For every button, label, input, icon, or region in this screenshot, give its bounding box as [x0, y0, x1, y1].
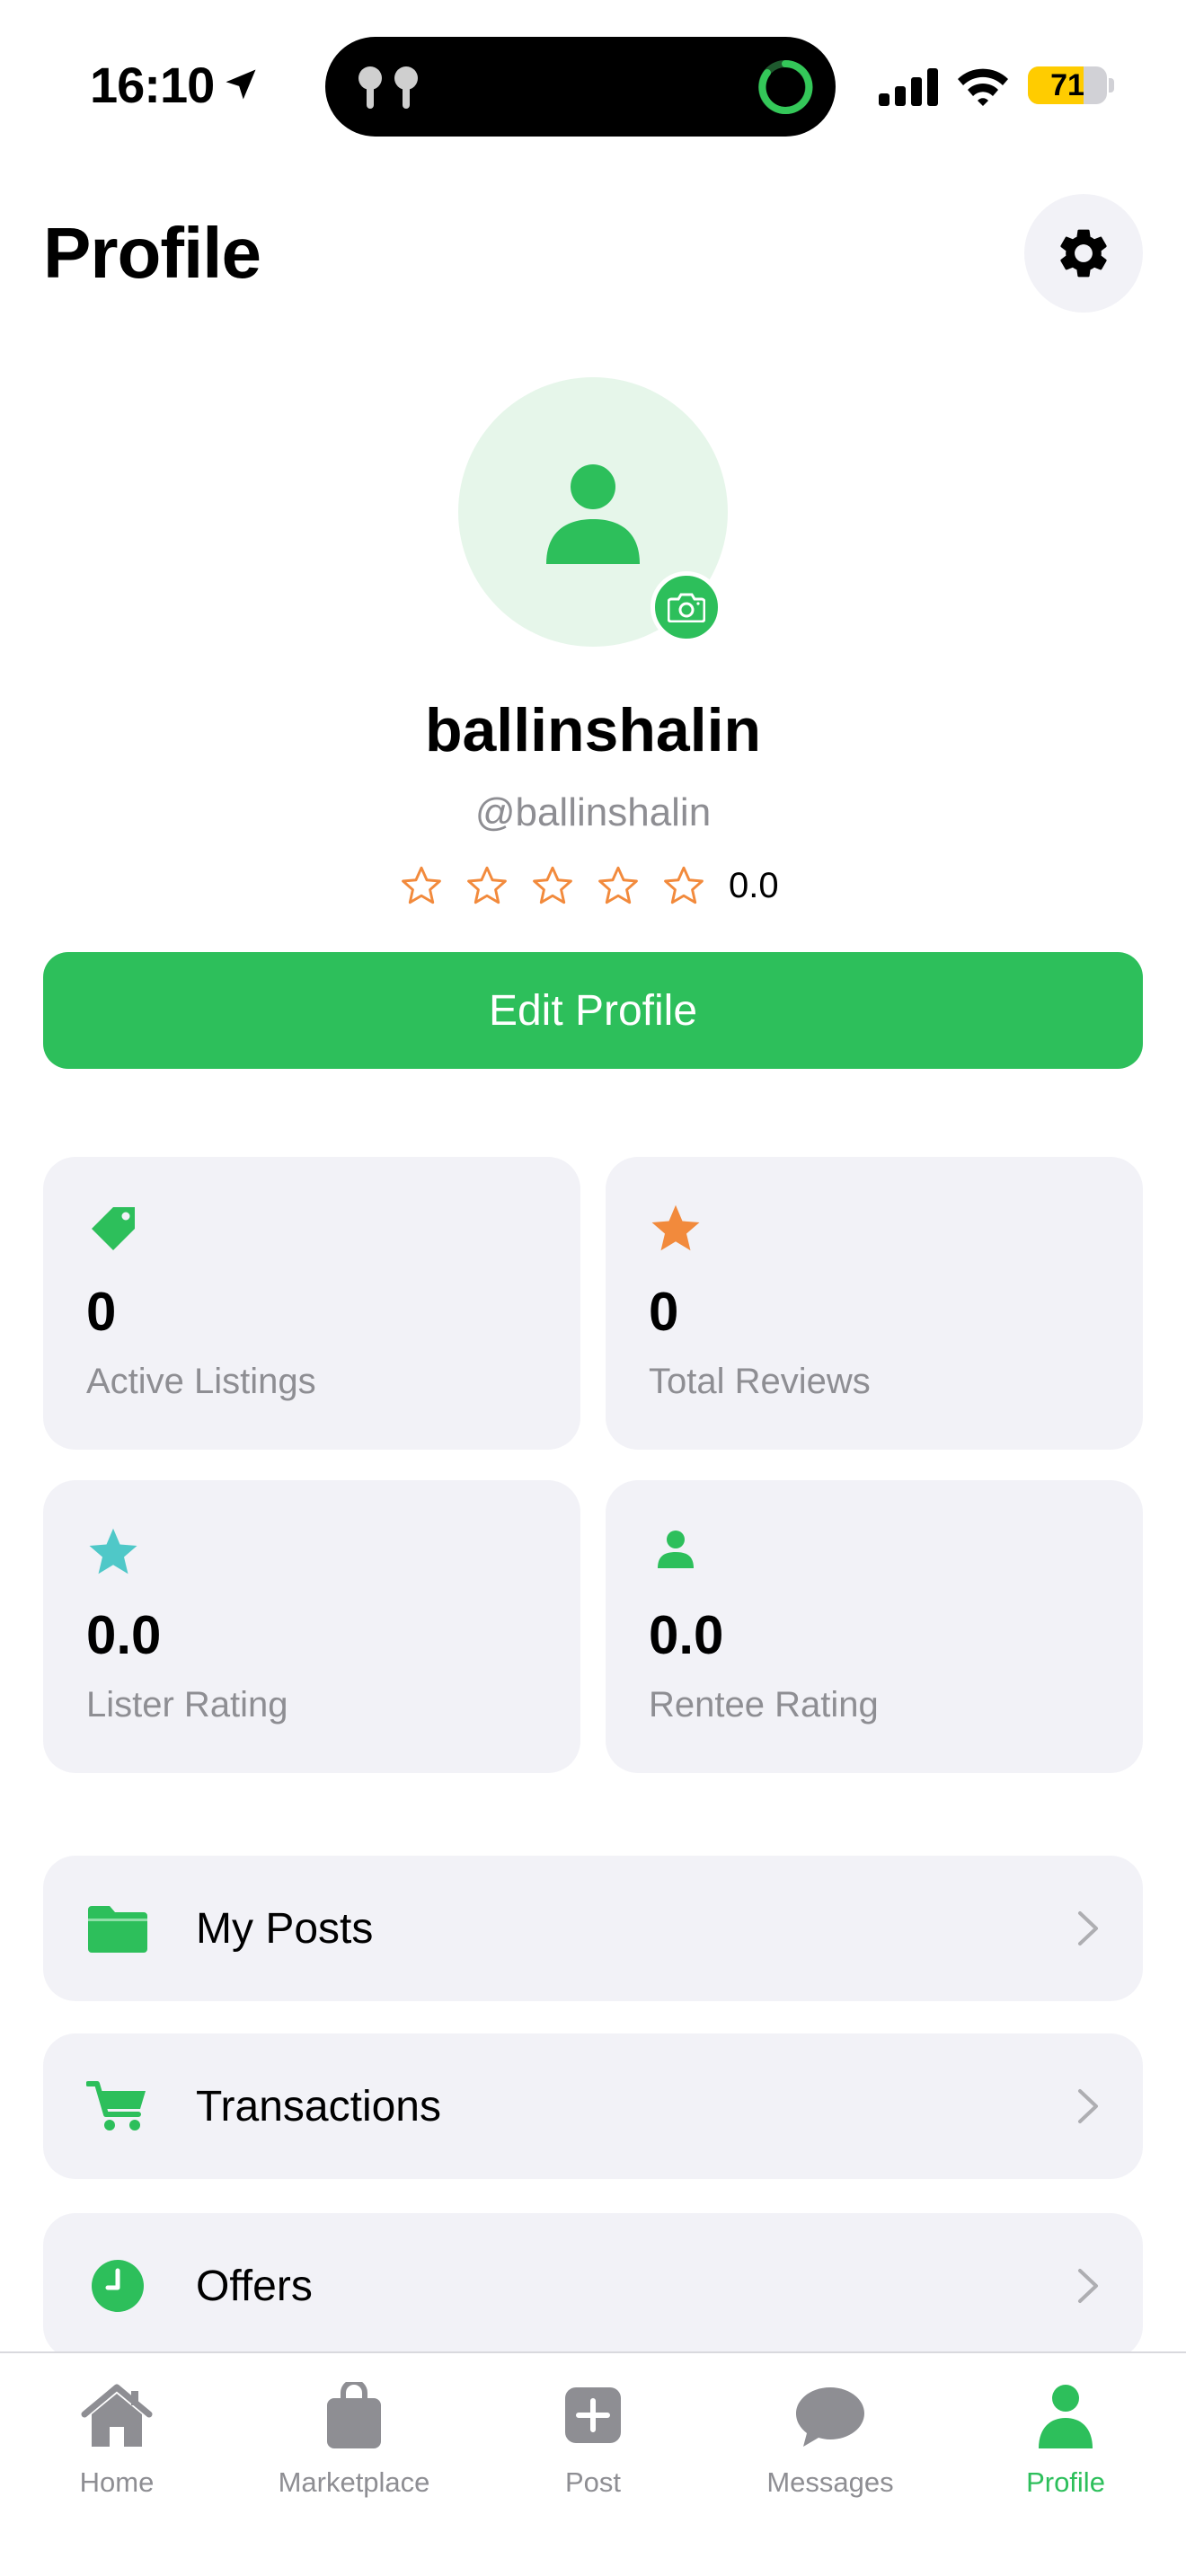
tab-bar: Home Marketplace Post Messages Profile [0, 2351, 1186, 2576]
status-time: 16:10 [90, 57, 215, 113]
tab-label: Home [79, 2466, 155, 2498]
display-name: ballinshalin [424, 696, 762, 764]
chat-bubble-icon [796, 2387, 864, 2447]
stat-value: 0 [86, 1282, 117, 1342]
tab-messages[interactable]: Messages [722, 2369, 938, 2504]
gear-icon [1060, 229, 1107, 278]
stat-value: 0.0 [86, 1605, 162, 1665]
wifi-icon [958, 68, 1008, 106]
stat-card-total-reviews[interactable]: 0 Total Reviews [606, 1157, 1143, 1450]
stat-label: Rentee Rating [649, 1685, 879, 1725]
cart-icon [86, 2081, 146, 2130]
stat-label: Active Listings [86, 1362, 316, 1401]
bag-icon [327, 2382, 381, 2448]
star-icon [651, 1204, 700, 1251]
chevron-right-icon [1078, 2269, 1098, 2303]
person-icon [1039, 2385, 1093, 2448]
location-arrow-icon [226, 69, 256, 100]
star-outline-icon [664, 866, 704, 904]
battery-indicator: 71 [1028, 66, 1114, 104]
rating-value: 0.0 [729, 865, 779, 905]
stat-label: Total Reviews [649, 1362, 871, 1401]
tab-home[interactable]: Home [9, 2369, 225, 2504]
airpods-icon [358, 66, 418, 109]
menu-item-offers[interactable]: Offers [43, 2213, 1143, 2359]
menu-item-label: Transactions [196, 2083, 441, 2130]
star-outline-icon [598, 866, 638, 904]
stat-value: 0.0 [649, 1605, 724, 1665]
plus-square-icon [565, 2387, 621, 2443]
stat-card-lister-rating[interactable]: 0.0 Lister Rating [43, 1480, 580, 1773]
battery-percentage: 71 [1050, 68, 1084, 102]
rating-row: 0.0 [399, 859, 779, 913]
stat-label: Lister Rating [86, 1685, 288, 1725]
star-outline-icon [533, 866, 572, 904]
menu-item-label: Offers [196, 2263, 313, 2310]
tab-label: Messages [766, 2466, 894, 2498]
menu-item-transactions[interactable]: Transactions [43, 2033, 1143, 2179]
tab-post[interactable]: Post [485, 2369, 701, 2504]
tab-marketplace[interactable]: Marketplace [246, 2369, 462, 2504]
status-bar: 16:10 71 [0, 0, 1186, 153]
tag-icon [92, 1207, 135, 1250]
username-handle: @ballinshalin [474, 790, 712, 834]
edit-profile-button[interactable]: Edit Profile [43, 952, 1143, 1069]
profile-screen: 16:10 71 Profile ballinshalin @ballinsha… [0, 0, 1186, 2576]
star-icon [89, 1528, 137, 1575]
chevron-right-icon [1078, 2089, 1098, 2123]
change-photo-button[interactable] [651, 571, 722, 643]
stat-value: 0 [649, 1282, 679, 1342]
camera-icon [668, 593, 705, 622]
settings-button[interactable] [1024, 194, 1143, 313]
menu-item-my-posts[interactable]: My Posts [43, 1856, 1143, 2001]
cellular-signal-icon [879, 68, 938, 106]
activity-ring-icon [758, 59, 813, 114]
tab-label: Post [564, 2466, 622, 2498]
page-title: Profile [43, 213, 261, 293]
person-icon [546, 464, 640, 564]
tab-profile[interactable]: Profile [958, 2369, 1173, 2504]
tab-label: Profile [1026, 2466, 1105, 2498]
stat-card-rentee-rating[interactable]: 0.0 Rentee Rating [606, 1480, 1143, 1773]
menu-item-label: My Posts [196, 1905, 374, 1953]
chevron-right-icon [1078, 1911, 1098, 1945]
stat-card-active-listings[interactable]: 0 Active Listings [43, 1157, 580, 1450]
dynamic-island [325, 37, 836, 137]
person-icon [658, 1531, 694, 1568]
folder-icon [88, 1906, 147, 1953]
tab-label: Marketplace [278, 2466, 430, 2498]
star-outline-icon [402, 866, 441, 904]
house-icon [81, 2384, 153, 2447]
clock-icon [92, 2260, 144, 2312]
star-outline-icon [467, 866, 507, 904]
